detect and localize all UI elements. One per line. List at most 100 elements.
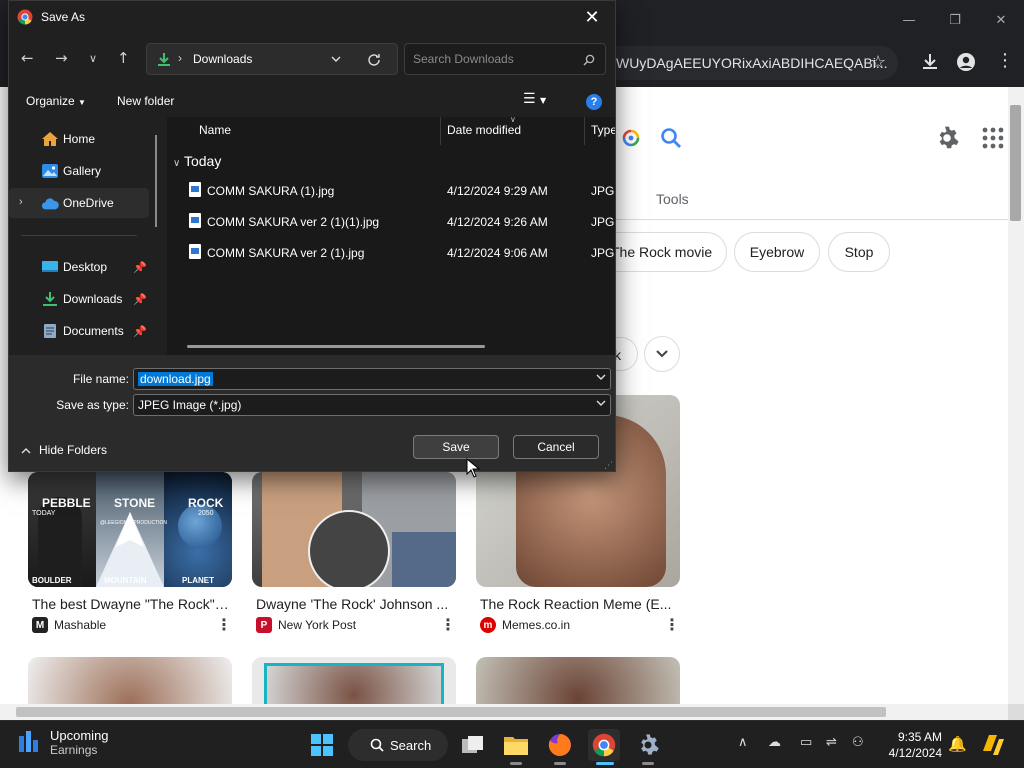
dialog-close-button[interactable]: ✕ bbox=[569, 1, 615, 33]
collapse-chevron-icon: ∨ bbox=[173, 158, 181, 169]
bookmark-star-icon[interactable]: ☆ bbox=[870, 52, 886, 73]
result-thumbnail-1[interactable]: PEBBLE STONE ROCK TODAY 2050 BOULDER MOU… bbox=[28, 472, 232, 587]
result-source-2[interactable]: P New York Post bbox=[256, 617, 356, 633]
nav-item-home[interactable]: Home bbox=[9, 124, 149, 154]
file-row[interactable]: COMM SAKURA ver 2 (1).jpg 4/12/2024 9:06… bbox=[167, 237, 615, 267]
show-hidden-icons-chevron-icon[interactable]: ∧ bbox=[738, 735, 748, 750]
download-icon[interactable] bbox=[920, 52, 940, 72]
expand-chevron-icon[interactable]: › bbox=[19, 196, 23, 208]
chrome-logo-icon bbox=[17, 9, 33, 25]
refresh-icon[interactable] bbox=[367, 53, 381, 67]
file-explorer-icon[interactable] bbox=[500, 729, 532, 761]
thumb-label-mountain: MOUNTAIN bbox=[104, 576, 147, 585]
close-window-button[interactable]: ✕ bbox=[978, 0, 1024, 40]
page-horizontal-scrollbar[interactable] bbox=[0, 704, 1008, 720]
widgets-button[interactable]: Upcoming Earnings bbox=[18, 728, 109, 757]
result-source-3[interactable]: m Memes.co.in bbox=[480, 617, 570, 633]
nav-item-downloads[interactable]: Downloads 📌 bbox=[9, 284, 149, 314]
column-divider[interactable] bbox=[584, 117, 585, 145]
restore-button[interactable]: ❐ bbox=[932, 0, 978, 40]
firefox-icon[interactable] bbox=[544, 729, 576, 761]
notification-bell-icon[interactable]: 🔔 bbox=[948, 735, 967, 753]
task-view-icon[interactable] bbox=[457, 729, 489, 761]
file-date: 4/12/2024 9:06 AM bbox=[447, 246, 548, 260]
search-input[interactable] bbox=[413, 52, 573, 66]
file-row[interactable]: COMM SAKURA (1).jpg 4/12/2024 9:29 AM JP… bbox=[167, 175, 615, 205]
source-label: New York Post bbox=[278, 618, 357, 632]
minimize-button[interactable]: — bbox=[886, 0, 932, 40]
folder-search-box[interactable] bbox=[404, 43, 606, 75]
up-arrow-icon[interactable]: ↑ bbox=[117, 49, 130, 67]
more-options-icon[interactable]: ⋮ bbox=[216, 615, 232, 634]
tools-tab[interactable]: Tools bbox=[656, 191, 689, 207]
expand-chips-button[interactable] bbox=[644, 336, 680, 372]
result-source-1[interactable]: M Mashable bbox=[32, 617, 106, 633]
settings-taskbar-icon[interactable] bbox=[632, 729, 664, 761]
system-clock[interactable]: 9:35 AM 4/12/2024 bbox=[878, 729, 942, 761]
google-apps-icon[interactable] bbox=[982, 127, 1004, 149]
result-caption-1[interactable]: The best Dwayne "The Rock" Johnson ... bbox=[32, 596, 232, 612]
nav-item-desktop[interactable]: Desktop 📌 bbox=[9, 252, 149, 282]
organize-button[interactable]: Organize ▼ bbox=[26, 94, 86, 108]
chip-fragment[interactable]: k bbox=[614, 337, 638, 371]
resize-grip-icon[interactable]: ⋰ bbox=[604, 462, 613, 471]
address-bar[interactable]: › Downloads bbox=[146, 43, 398, 75]
page-vertical-scrollbar[interactable] bbox=[1008, 87, 1024, 704]
chip-stop[interactable]: Stop bbox=[828, 232, 890, 272]
file-list-horizontal-scrollbar[interactable] bbox=[187, 345, 485, 348]
language-icon[interactable]: ⚇ bbox=[852, 735, 864, 750]
column-header-name[interactable]: Name bbox=[199, 117, 231, 145]
windows-start-icon[interactable] bbox=[310, 733, 334, 757]
search-icon[interactable] bbox=[658, 125, 684, 151]
network-icon[interactable]: ⇌ bbox=[826, 735, 837, 750]
result-thumbnail-4[interactable] bbox=[28, 657, 232, 704]
result-caption-3[interactable]: The Rock Reaction Meme (E... bbox=[480, 596, 680, 612]
forward-arrow-icon[interactable]: → bbox=[55, 49, 68, 67]
view-options-icon[interactable]: ☰ ▼ bbox=[523, 91, 546, 107]
copilot-icon[interactable] bbox=[980, 733, 1006, 757]
google-lens-icon[interactable] bbox=[618, 125, 644, 151]
save-as-type-select[interactable]: JPEG Image (*.jpg) bbox=[133, 394, 611, 416]
new-folder-button[interactable]: New folder bbox=[117, 94, 174, 108]
search-label: Search bbox=[390, 737, 432, 753]
nav-item-documents[interactable]: Documents 📌 bbox=[9, 316, 149, 346]
onedrive-tray-icon[interactable]: ☁ bbox=[768, 735, 781, 750]
column-header-type[interactable]: Type bbox=[591, 117, 615, 145]
omnibox[interactable]: WUyDAgAEEUYORixAxiABDIHCAEQABi... bbox=[608, 46, 898, 80]
chevron-down-icon[interactable] bbox=[596, 400, 606, 407]
group-header-today[interactable]: ∨ Today bbox=[173, 153, 221, 169]
result-caption-2[interactable]: Dwayne 'The Rock' Johnson ... bbox=[256, 596, 456, 612]
column-header-date[interactable]: Date modified bbox=[447, 117, 521, 145]
menu-kebab-icon[interactable]: ⋮ bbox=[996, 50, 1014, 71]
result-thumbnail-6[interactable] bbox=[476, 657, 680, 704]
file-name-field[interactable]: download.jpg bbox=[133, 368, 611, 390]
taskbar-search-button[interactable]: Search bbox=[348, 729, 448, 761]
more-options-icon[interactable]: ⋮ bbox=[440, 615, 456, 634]
result-thumbnail-5[interactable] bbox=[252, 657, 456, 704]
chip-eyebrow[interactable]: Eyebrow bbox=[734, 232, 820, 272]
cancel-button[interactable]: Cancel bbox=[513, 435, 599, 459]
chevron-down-icon[interactable] bbox=[596, 374, 606, 381]
chevron-down-icon[interactable] bbox=[331, 56, 341, 63]
more-options-icon[interactable]: ⋮ bbox=[664, 615, 680, 634]
running-indicator bbox=[642, 762, 654, 765]
file-type: JPG File bbox=[591, 215, 615, 229]
nav-pane-scrollbar[interactable] bbox=[155, 135, 157, 227]
nav-item-onedrive[interactable]: › OneDrive bbox=[9, 188, 149, 218]
recent-locations-chevron-icon[interactable]: ∨ bbox=[89, 52, 97, 65]
dialog-titlebar[interactable]: Save As ✕ bbox=[9, 1, 615, 33]
help-icon[interactable]: ? bbox=[586, 94, 602, 110]
nav-item-gallery[interactable]: Gallery bbox=[9, 156, 149, 186]
chrome-taskbar-icon[interactable] bbox=[588, 729, 620, 761]
settings-gear-icon[interactable] bbox=[934, 125, 960, 151]
save-button[interactable]: Save bbox=[413, 435, 499, 459]
hide-folders-button[interactable]: Hide Folders bbox=[21, 443, 107, 457]
address-location: Downloads bbox=[193, 52, 253, 66]
back-arrow-icon[interactable]: ← bbox=[21, 49, 34, 67]
column-divider[interactable] bbox=[440, 117, 441, 145]
result-thumbnail-2[interactable] bbox=[252, 472, 456, 587]
profile-icon[interactable] bbox=[956, 52, 976, 72]
file-type: JPG File bbox=[591, 246, 615, 260]
display-icon[interactable]: ▭ bbox=[800, 735, 812, 750]
file-row[interactable]: COMM SAKURA ver 2 (1)(1).jpg 4/12/2024 9… bbox=[167, 206, 615, 236]
